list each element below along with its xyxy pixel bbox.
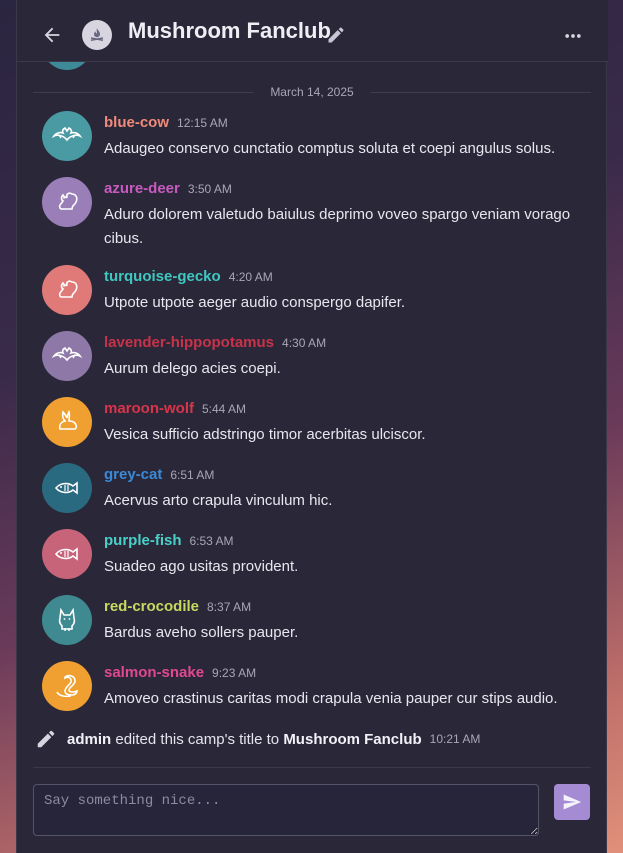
message-header: lavender-hippopotamus 4:30 AM (104, 334, 326, 352)
message-text: Bardus aveho sollers pauper. (104, 624, 299, 641)
squirrel-icon (58, 280, 78, 298)
username-link[interactable]: grey-cat (104, 466, 162, 483)
event-target: Mushroom Fanclub (283, 730, 422, 748)
message-header: salmon-snake 9:23 AM (104, 664, 256, 682)
system-event-text: admin edited this camp's title to Mushro… (67, 731, 422, 748)
avatar[interactable] (42, 595, 92, 645)
username-link[interactable]: red-crocodile (104, 598, 199, 615)
message-time: 4:30 AM (282, 336, 327, 350)
divider (369, 91, 592, 93)
send-icon (563, 794, 582, 810)
message-text: Utpote utpote aeger audio conspergo dapi… (104, 294, 406, 311)
message-text: Vesica sufficio adstringo timor acerbita… (104, 426, 426, 443)
username-link[interactable]: turquoise-gecko (104, 268, 221, 285)
message-time: 5:44 AM (202, 402, 247, 416)
back-button[interactable] (41, 24, 63, 46)
username-link[interactable]: lavender-hippopotamus (104, 334, 274, 351)
fish-icon (54, 547, 78, 561)
page-title: Mushroom Fanclub (128, 18, 331, 43)
message-time: 3:50 AM (187, 182, 232, 196)
message-text: Aurum delego acies coepi. (104, 360, 281, 377)
fish-icon (54, 481, 78, 495)
message-time: 6:51 AM (170, 468, 215, 482)
send-button[interactable] (554, 784, 590, 820)
message-text: Aduro dolorem valetudo baiulus deprimo v… (104, 206, 571, 247)
event-action: edited this camp's title to (115, 730, 280, 748)
message-text: Suadeo ago usitas provident. (104, 558, 299, 575)
username-link[interactable]: salmon-snake (104, 664, 204, 681)
avatar[interactable] (42, 397, 92, 447)
avatar[interactable] (42, 529, 92, 579)
swan-icon (56, 674, 78, 698)
message-input[interactable] (33, 784, 539, 836)
message-header: purple-fish 6:53 AM (104, 532, 234, 550)
message-time: 4:20 AM (228, 270, 273, 284)
edit-title-button[interactable] (326, 25, 346, 45)
avatar[interactable] (42, 661, 92, 711)
rabbit-icon (58, 409, 78, 430)
divider (33, 767, 591, 768)
message-text: Adaugeo conservo cunctatio comptus solut… (104, 140, 556, 157)
message-text: Amoveo crastinus caritas modi crapula ve… (104, 690, 558, 707)
message-header: azure-deer 3:50 AM (104, 180, 232, 198)
pencil-icon (328, 27, 344, 43)
camp-avatar (82, 20, 112, 50)
chat-panel: Mushroom Fanclub March 14, 2025 blue-cow… (16, 0, 608, 853)
message-time: 6:53 AM (189, 534, 234, 548)
message-header: maroon-wolf 5:44 AM (104, 400, 246, 418)
message-time: 12:15 AM (177, 116, 228, 130)
divider (33, 91, 255, 93)
message-text: Acervus arto crapula vinculum hic. (104, 492, 333, 509)
avatar[interactable] (42, 265, 92, 315)
dog-icon (58, 607, 76, 631)
arrow-left-icon (44, 27, 60, 43)
event-time: 10:21 AM (429, 732, 481, 746)
date-label: March 14, 2025 (270, 85, 354, 99)
bat-icon (51, 346, 83, 362)
more-horizontal-icon (565, 34, 581, 38)
message-header: grey-cat 6:51 AM (104, 466, 214, 484)
username-link[interactable]: blue-cow (104, 114, 169, 131)
avatar[interactable] (42, 111, 92, 161)
message-header: turquoise-gecko 4:20 AM (104, 268, 273, 286)
event-actor: admin (67, 730, 112, 748)
bat-icon (51, 126, 83, 142)
username-link[interactable]: purple-fish (104, 532, 182, 549)
message-header: blue-cow 12:15 AM (104, 114, 228, 132)
message-time: 9:23 AM (212, 666, 257, 680)
date-separator: March 14, 2025 (33, 82, 592, 102)
more-options-button[interactable] (563, 26, 583, 46)
camp-header: Mushroom Fanclub (17, 0, 608, 62)
username-link[interactable]: maroon-wolf (104, 400, 194, 417)
pencil-icon (37, 730, 55, 748)
username-link[interactable]: azure-deer (104, 180, 180, 197)
avatar[interactable] (42, 463, 92, 513)
campfire-icon (90, 28, 104, 41)
avatar[interactable] (42, 177, 92, 227)
message-time: 8:37 AM (207, 600, 252, 614)
squirrel-icon (58, 192, 78, 210)
message-header: red-crocodile 8:37 AM (104, 598, 251, 616)
avatar[interactable] (42, 331, 92, 381)
system-event: admin edited this camp's title to Mushro… (35, 726, 480, 752)
